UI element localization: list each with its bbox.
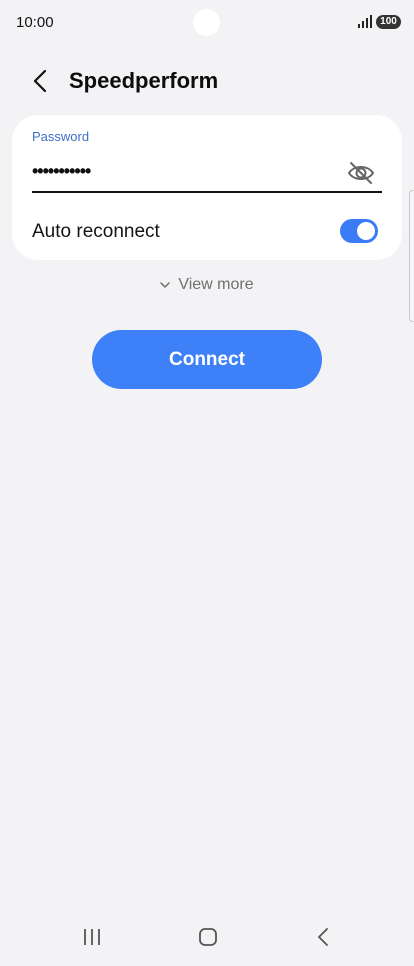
camera-cutout — [193, 9, 220, 36]
recents-icon[interactable] — [82, 928, 102, 946]
chevron-left-icon — [33, 69, 47, 93]
scroll-handle[interactable] — [409, 190, 414, 322]
back-button[interactable] — [24, 66, 56, 96]
eye-off-icon[interactable] — [346, 160, 376, 186]
connect-button[interactable]: Connect — [92, 330, 322, 389]
password-field[interactable]: ••••••••••• — [32, 155, 382, 193]
auto-reconnect-label: Auto reconnect — [32, 221, 160, 242]
view-more-label: View more — [178, 276, 254, 293]
page-title: Speedperform — [69, 68, 219, 93]
view-more-link[interactable]: View more — [0, 274, 414, 296]
network-settings-card: Password ••••••••••• Auto reconnect — [12, 115, 402, 260]
status-time: 10:00 — [16, 14, 54, 31]
status-bar: 10:00 100 — [0, 0, 414, 44]
password-value[interactable]: ••••••••••• — [32, 161, 91, 182]
battery-indicator: 100 — [376, 15, 401, 29]
home-icon[interactable] — [198, 927, 218, 947]
chevron-down-icon — [160, 282, 171, 288]
auto-reconnect-toggle[interactable] — [340, 219, 378, 243]
app-bar: Speedperform — [0, 56, 414, 106]
toggle-knob — [357, 222, 375, 240]
back-icon[interactable] — [314, 927, 334, 947]
signal-bars-icon — [358, 15, 372, 28]
navigation-bar — [0, 906, 414, 966]
password-label: Password — [32, 129, 90, 144]
